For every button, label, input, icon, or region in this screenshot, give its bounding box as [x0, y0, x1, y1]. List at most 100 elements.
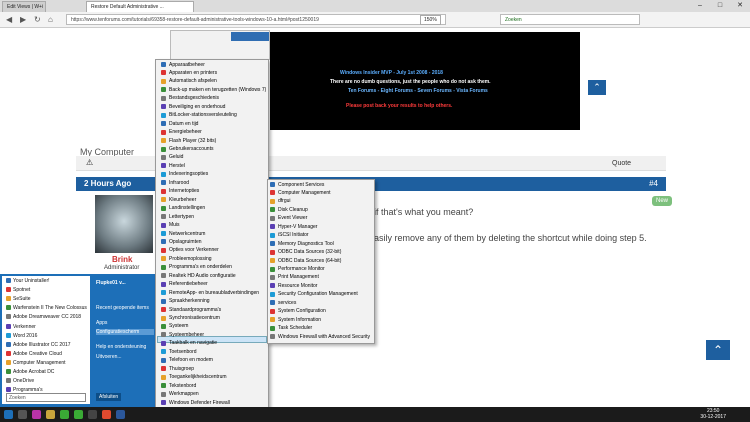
control-panel-menu-item[interactable]: Lettertypen — [161, 213, 194, 220]
quote-button[interactable]: Quote — [612, 160, 631, 167]
start-item-apps[interactable]: Apps — [96, 320, 107, 326]
admin-tools-menu-item[interactable]: Computer Management — [270, 189, 331, 196]
start-program-item[interactable]: OneDrive — [6, 378, 34, 384]
control-panel-menu-item[interactable]: Standaardprogramma's — [161, 306, 221, 313]
admin-tools-menu-item[interactable]: Resource Monitor — [270, 282, 317, 289]
start-user-name[interactable]: Flupke01 v... — [96, 280, 126, 286]
admin-tools-menu-item[interactable]: System Information — [270, 316, 321, 323]
admin-tools-menu-item[interactable]: ODBC Data Sources (64-bit) — [270, 257, 341, 264]
control-panel-menu-item[interactable]: Taakbalk en navigatie — [161, 340, 217, 347]
admin-tools-menu-item[interactable]: Windows Firewall with Advanced Security — [270, 333, 370, 340]
start-program-item[interactable]: SeSuite — [6, 296, 31, 302]
start-program-item[interactable]: Adobe Dreamweaver CC 2018 — [6, 314, 81, 320]
admin-tools-menu-item[interactable]: dfrgui — [270, 198, 291, 205]
start-program-item[interactable]: Computer Management — [6, 359, 66, 366]
control-panel-menu-item[interactable]: Energiebeheer — [161, 129, 202, 136]
control-panel-menu-item[interactable]: Toegankelijkheidscentrum — [161, 374, 227, 381]
admin-tools-menu-item[interactable]: iSCSI Initiator — [270, 232, 309, 239]
control-panel-menu-item[interactable]: Thuisgroep — [161, 365, 194, 372]
start-program-item[interactable]: Verkenner — [6, 323, 36, 330]
start-item-help[interactable]: Help en ondersteuning — [96, 344, 146, 350]
control-panel-menu-item[interactable]: Indexeringsopties — [161, 171, 208, 178]
control-panel-menu-item[interactable]: BitLocker-stationsversleuteling — [161, 112, 237, 119]
zoom-level[interactable]: 150% — [420, 15, 441, 25]
control-panel-menu-item[interactable]: Beveiliging en onderhoud — [161, 103, 225, 110]
control-panel-menu-item[interactable]: Synchronisatiecentrum — [161, 315, 220, 322]
whatsapp-icon[interactable] — [74, 410, 83, 419]
control-panel-menu-item[interactable]: Opties voor Verkenner — [161, 247, 219, 254]
start-program-item[interactable]: Warfenstein II The New Colossus — [6, 305, 87, 311]
back-icon[interactable]: ◀ — [6, 15, 12, 24]
scroll-up-icon[interactable]: ⌃ — [588, 80, 606, 95]
post-number[interactable]: #4 — [649, 179, 658, 188]
admin-tools-menu-item[interactable]: System Configuration — [270, 308, 326, 315]
admin-tools-menu-item[interactable]: Print Management — [270, 274, 319, 281]
avatar[interactable] — [95, 195, 153, 253]
word-icon[interactable] — [116, 410, 125, 419]
admin-tools-menu-item[interactable]: Component Services — [270, 181, 324, 188]
control-panel-menu-item[interactable]: Automatisch afspelen — [161, 78, 217, 85]
start-program-item[interactable]: Adobe Acrobat DC — [6, 369, 54, 375]
shutdown-button[interactable]: Afsluiten — [96, 393, 122, 401]
tab-edit-views[interactable]: Edit Views | W+i — [2, 1, 46, 12]
control-panel-menu-item[interactable]: Bestandsgeschiedenis — [161, 95, 219, 102]
tab-restore-default[interactable]: Restore Default Administrative ... — [86, 1, 194, 12]
control-panel-menu-item[interactable]: Systeembeheer — [161, 331, 204, 338]
start-program-item[interactable]: Word 2016 — [6, 332, 37, 339]
forward-icon[interactable]: ▶ — [20, 15, 26, 24]
reload-icon[interactable]: ↻ — [34, 15, 41, 24]
start-program-item[interactable]: Spotnet — [6, 287, 30, 293]
start-item-control-panel[interactable]: Configuratiescherm — [96, 329, 154, 335]
username[interactable]: Brink — [112, 255, 132, 264]
control-panel-menu-item[interactable]: Programma's en onderdelen — [161, 264, 232, 271]
admin-tools-menu-item[interactable]: Disk Cleanup — [270, 206, 308, 213]
scroll-up-icon[interactable]: ⌃ — [706, 340, 730, 360]
start-button-icon[interactable] — [4, 410, 13, 419]
control-panel-menu-item[interactable]: Landinstellingen — [161, 205, 205, 212]
control-panel-menu-item[interactable]: Datum en tijd — [161, 120, 198, 127]
control-panel-menu-item[interactable]: Systeem — [161, 323, 188, 330]
control-panel-menu-item[interactable]: Tekstenbord — [161, 382, 196, 389]
control-panel-menu-item[interactable]: Geluid — [161, 154, 183, 161]
system-clock[interactable]: 23:50 30-12-2017 — [700, 408, 726, 420]
url-input[interactable]: https://www.tenforums.com/tutorials/6935… — [66, 14, 446, 25]
start-program-item[interactable]: Your Uninstaller! — [6, 278, 50, 284]
onenote-icon[interactable] — [32, 410, 41, 419]
control-panel-menu-item[interactable]: Telefoon en modem — [161, 357, 213, 364]
control-panel-menu-item[interactable]: Referentiebeheer — [161, 281, 208, 288]
minimize-icon[interactable]: – — [690, 0, 710, 12]
control-panel-menu-item[interactable]: Gebruikersaccounts — [161, 146, 213, 153]
admin-tools-menu-item[interactable]: ODBC Data Sources (32-bit) — [270, 249, 341, 256]
admin-tools-menu-item[interactable]: Hyper-V Manager — [270, 223, 317, 230]
taskview-icon[interactable] — [18, 410, 27, 419]
start-program-item[interactable]: Adobe Creative Cloud — [6, 350, 62, 357]
admin-tools-menu-item[interactable]: Security Configuration Management — [270, 291, 358, 298]
close-icon[interactable]: ✕ — [730, 0, 750, 12]
control-panel-menu-item[interactable]: Flash Player (32 bits) — [161, 137, 216, 144]
app-icon[interactable] — [88, 410, 97, 419]
start-item-recent[interactable]: Recent geopende items — [96, 305, 149, 311]
control-panel-menu-item[interactable]: Muis — [161, 222, 180, 229]
home-icon[interactable]: ⌂ — [48, 15, 53, 24]
control-panel-menu-item[interactable]: Kleurbeheer — [161, 196, 196, 203]
control-panel-menu-item[interactable]: Back-up maken en terugzetten (Windows 7) — [161, 86, 266, 93]
control-panel-menu-item[interactable]: Apparaten en printers — [161, 69, 217, 76]
control-panel-menu-item[interactable]: Probleemoplossing — [161, 255, 212, 262]
admin-tools-menu-item[interactable]: Memory Diagnostics Tool — [270, 240, 334, 247]
control-panel-menu-item[interactable]: Infrarood — [161, 179, 189, 186]
start-program-item[interactable]: Adobe Illustrator CC 2017 — [6, 341, 71, 348]
control-panel-menu-item[interactable]: Windows Defender Firewall — [161, 399, 230, 406]
control-panel-menu-item[interactable]: Realtek HD Audio configuratie — [161, 272, 236, 279]
control-panel-menu-item[interactable]: Netwerkcentrum — [161, 230, 205, 237]
control-panel-menu-item[interactable]: RemoteApp- en bureaubladverbindingen — [161, 289, 259, 296]
control-panel-menu-item[interactable]: Opslagruimten — [161, 238, 202, 245]
control-panel-menu-item[interactable]: Toetsenbord — [161, 348, 197, 355]
firefox-icon[interactable] — [102, 410, 111, 419]
search-input[interactable]: Zoeken — [500, 14, 640, 25]
admin-tools-menu-item[interactable]: services — [270, 299, 296, 306]
admin-tools-menu-item[interactable]: Performance Monitor — [270, 266, 325, 273]
control-panel-menu-item[interactable]: Apparaatbeheer — [161, 61, 205, 68]
control-panel-menu-item[interactable]: Spraakherkenning — [161, 298, 210, 305]
warning-icon[interactable]: ⚠ — [86, 158, 93, 167]
start-search-input[interactable]: Zoeken — [6, 393, 86, 402]
